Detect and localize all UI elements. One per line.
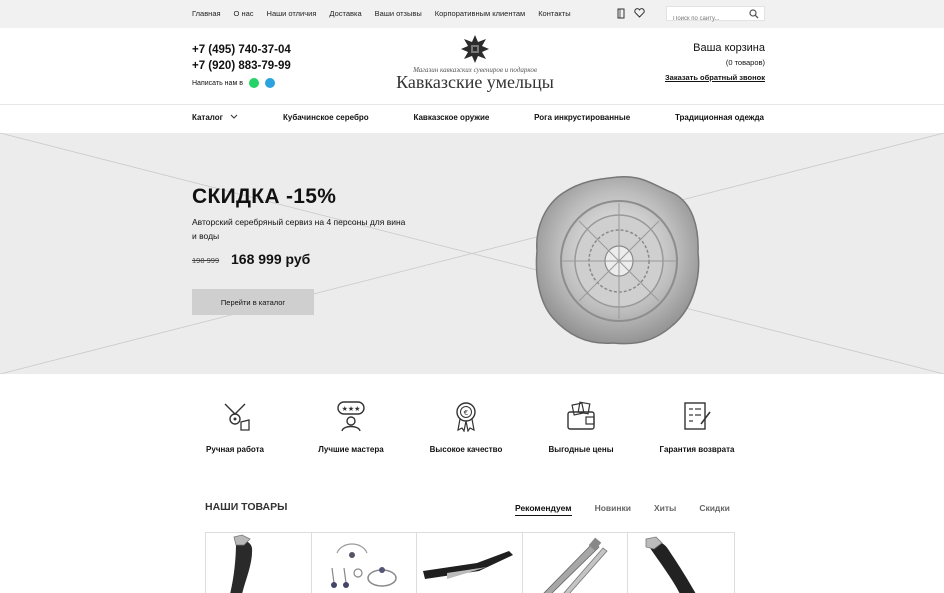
cart-count: (0 товаров)	[725, 58, 765, 67]
nav-weapons[interactable]: Кавказское оружие	[413, 113, 489, 122]
silver-tray-image	[535, 176, 700, 345]
top-nav-differences[interactable]: Наши отличия	[267, 9, 317, 18]
top-nav: Главная О нас Наши отличия Доставка Ваши…	[192, 9, 584, 18]
top-nav-reviews[interactable]: Ваши отзывы	[375, 9, 422, 18]
feature-guarantee: Гарантия возврата	[642, 400, 752, 454]
callback-link[interactable]: Заказать обратный звонок	[665, 73, 765, 82]
phone-2[interactable]: +7 (920) 883-79-99	[192, 58, 291, 74]
handmade-icon	[224, 403, 250, 431]
product-card[interactable]	[628, 533, 734, 593]
top-nav-contacts[interactable]: Контакты	[538, 9, 570, 18]
nav-catalog[interactable]: Каталог	[192, 113, 238, 122]
logo-name: Кавказские умельцы	[396, 72, 554, 92]
feature-masters-label: Лучшие мастера	[318, 445, 384, 454]
heart-icon[interactable]	[634, 8, 645, 18]
svg-text:★★★: ★★★	[342, 405, 361, 413]
tab-hits[interactable]: Хиты	[654, 503, 676, 516]
top-nav-corporate[interactable]: Корпоративным клиентам	[435, 9, 525, 18]
nav-kubachi-silver[interactable]: Кубачинское серебро	[283, 113, 369, 122]
phones: +7 (495) 740-37-04 +7 (920) 883-79-99	[192, 42, 291, 74]
goods-title: НАШИ ТОВАРЫ	[205, 501, 288, 513]
chevron-down-icon	[230, 114, 238, 119]
top-nav-home[interactable]: Главная	[192, 9, 221, 18]
goods-tabs: Рекомендуем Новинки Хиты Скидки	[515, 503, 753, 516]
top-nav-about[interactable]: О нас	[234, 9, 254, 18]
hero-catalog-button[interactable]: Перейти в каталог	[192, 289, 314, 315]
quality-icon: €	[456, 402, 476, 433]
jewelry-image	[330, 543, 397, 588]
wallet-icon	[567, 401, 595, 430]
compare-icon[interactable]	[617, 8, 625, 19]
feature-handmade-label: Ручная работа	[206, 445, 264, 454]
feature-guarantee-label: Гарантия возврата	[659, 445, 735, 454]
search-input[interactable]	[667, 12, 747, 26]
product-grid	[205, 532, 735, 593]
svg-text:€: €	[464, 409, 468, 417]
search-icon[interactable]	[749, 9, 759, 19]
tab-sale[interactable]: Скидки	[699, 503, 730, 516]
cart: Ваша корзина (0 товаров) Заказать обратн…	[665, 42, 765, 82]
product-card[interactable]	[417, 533, 523, 593]
sword-image	[543, 537, 608, 593]
telegram-icon[interactable]	[264, 78, 275, 88]
horn-image	[645, 536, 696, 593]
feature-prices-label: Выгодные цены	[548, 445, 614, 454]
top-nav-delivery[interactable]: Доставка	[329, 9, 361, 18]
logo-emblem-icon	[461, 35, 489, 63]
dagger-image	[423, 551, 514, 579]
feature-masters: ★★★ Лучшие мастера	[296, 400, 406, 454]
feature-quality: € Высокое качество	[411, 400, 521, 454]
hero-placeholder-lines	[0, 133, 944, 374]
horn-image	[230, 534, 253, 593]
hero-old-price: 198 999	[192, 256, 220, 265]
nav-catalog-label: Каталог	[192, 113, 223, 122]
cart-title[interactable]: Ваша корзина	[665, 42, 765, 54]
write-us: Написать нам в	[192, 78, 275, 88]
hero-banner: СКИДКА -15% Авторский серебряный сервиз …	[0, 133, 944, 374]
main-nav: Каталог Кубачинское серебро Кавказское о…	[192, 113, 764, 122]
tab-recommended[interactable]: Рекомендуем	[515, 503, 572, 516]
hero-title: СКИДКА -15%	[192, 185, 337, 208]
guarantee-icon	[684, 402, 711, 430]
search-box	[666, 6, 765, 26]
feature-prices: Выгодные цены	[526, 400, 636, 454]
hero-price: 168 999 руб	[231, 251, 311, 267]
features: Ручная работа ★★★ Лучшие мастера € Высок…	[192, 400, 752, 460]
product-card[interactable]	[311, 533, 418, 593]
product-card[interactable]	[206, 533, 312, 593]
write-us-label: Написать нам в	[192, 79, 243, 87]
product-card[interactable]	[522, 533, 629, 593]
logo[interactable]: Магазин кавказских сувениров и подарков …	[380, 34, 570, 92]
hero-description: Авторский серебряный сервиз на 4 персоны…	[192, 217, 406, 241]
masters-icon: ★★★	[337, 401, 365, 432]
top-bar: Главная О нас Наши отличия Доставка Ваши…	[0, 0, 944, 28]
header-divider	[0, 104, 944, 105]
phone-1[interactable]: +7 (495) 740-37-04	[192, 42, 291, 58]
tab-new[interactable]: Новинки	[595, 503, 631, 516]
nav-clothing[interactable]: Традиционная одежда	[675, 113, 764, 122]
nav-horns[interactable]: Рога инкрустированные	[534, 113, 630, 122]
feature-handmade: Ручная работа	[180, 400, 290, 454]
feature-quality-label: Высокое качество	[429, 445, 503, 454]
whatsapp-icon[interactable]	[248, 78, 259, 88]
